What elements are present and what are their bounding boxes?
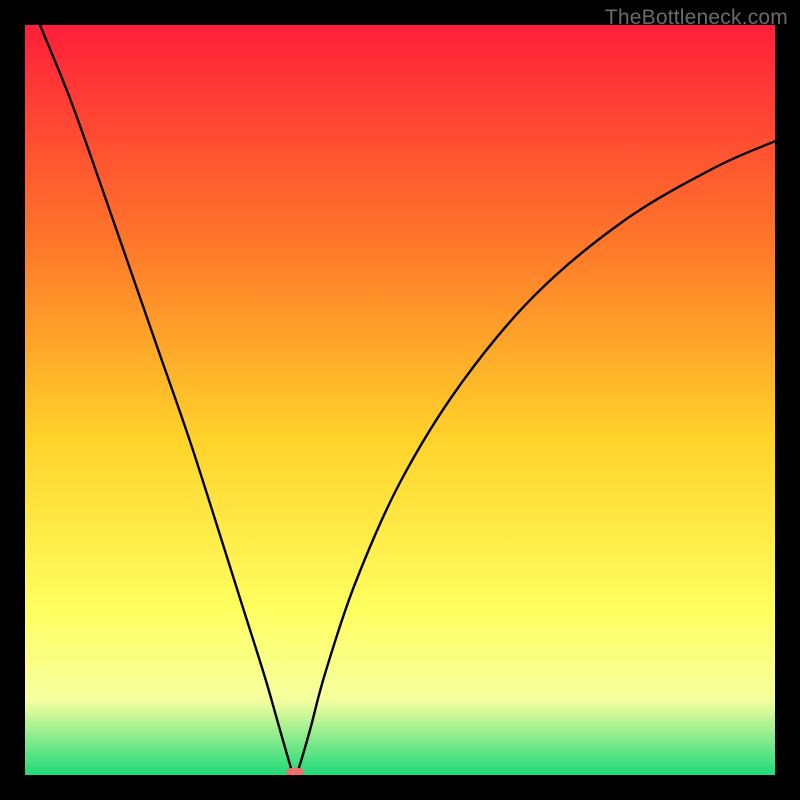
plot-area <box>25 25 775 775</box>
chart-frame: TheBottleneck.com <box>0 0 800 800</box>
chart-svg <box>25 25 775 775</box>
gradient-background <box>25 25 775 775</box>
watermark-text: TheBottleneck.com <box>605 6 788 30</box>
